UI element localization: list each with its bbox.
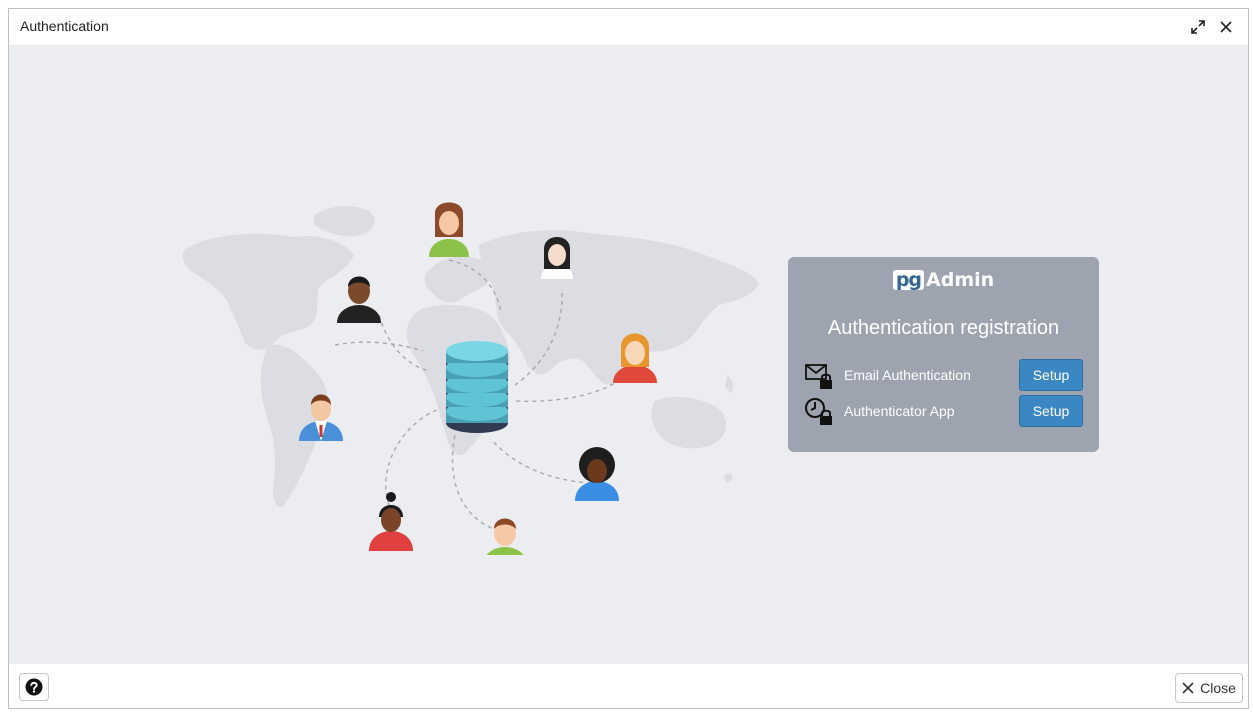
- setup-authenticator-button[interactable]: Setup: [1019, 395, 1083, 427]
- close-icon[interactable]: [1214, 15, 1238, 39]
- method-row-authenticator: Authenticator App Setup: [804, 394, 1083, 428]
- avatar-man-green: [486, 518, 524, 555]
- dialog-content: pg Admin Authentication registration Ema…: [9, 45, 1248, 664]
- avatar-woman-top: [429, 202, 469, 257]
- card-title: Authentication registration: [827, 317, 1060, 339]
- logo-admin: Admin: [926, 269, 995, 291]
- maximize-icon[interactable]: [1186, 15, 1210, 39]
- authentication-dialog: Authentication pg Admin Authentication r…: [8, 8, 1249, 709]
- dialog-footer: Close: [9, 664, 1248, 708]
- pgadmin-logo: pg Admin: [788, 269, 1099, 291]
- avatar-afro: [575, 447, 619, 501]
- setup-email-button[interactable]: Setup: [1019, 359, 1083, 391]
- close-button-label: Close: [1200, 680, 1236, 696]
- email-lock-icon: [804, 360, 834, 390]
- dialog-title: Authentication: [20, 18, 109, 34]
- network-illustration: [182, 202, 759, 555]
- method-label-email: Email Authentication: [844, 367, 971, 383]
- registration-card: pg Admin Authentication registration Ema…: [788, 257, 1099, 452]
- avatar-woman-bun: [369, 492, 413, 551]
- help-button[interactable]: [19, 673, 49, 701]
- avatar-woman-right-top: [541, 237, 573, 279]
- logo-pg: pg: [892, 270, 925, 290]
- method-label-authenticator: Authenticator App: [844, 403, 955, 419]
- clock-lock-icon: [804, 396, 834, 426]
- database-icon: [446, 341, 508, 433]
- close-button[interactable]: Close: [1175, 673, 1243, 703]
- question-circle-icon: [25, 678, 43, 696]
- close-x-icon: [1182, 682, 1194, 694]
- dialog-titlebar[interactable]: Authentication: [9, 9, 1248, 45]
- method-row-email: Email Authentication Setup: [804, 358, 1083, 392]
- avatar-man-dark: [337, 276, 381, 323]
